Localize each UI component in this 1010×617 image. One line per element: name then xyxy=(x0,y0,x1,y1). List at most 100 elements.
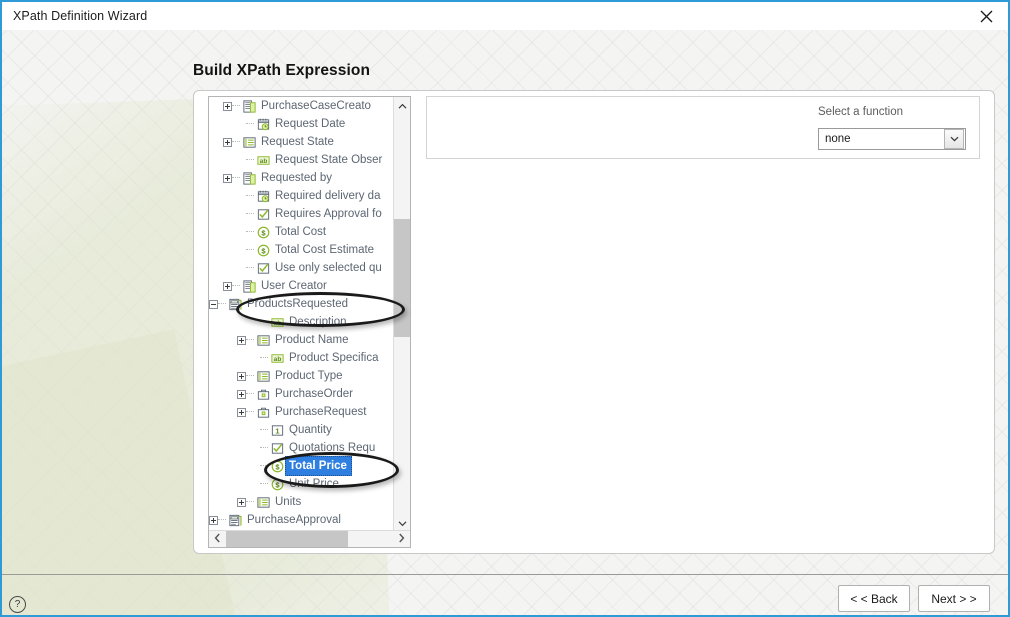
chevron-right-icon xyxy=(398,532,405,546)
next-button[interactable]: Next > > xyxy=(918,585,990,612)
tree-connector xyxy=(232,177,240,179)
tree-node[interactable]: PurchaseApproval xyxy=(209,511,395,529)
expand-icon[interactable] xyxy=(223,101,232,111)
expand-icon[interactable] xyxy=(237,497,246,507)
tree-node[interactable]: Use only selected qu xyxy=(209,259,395,277)
tree-node-label: Requires Approval fo xyxy=(275,208,382,220)
tree-node-label: Description xyxy=(289,316,347,328)
list-icon xyxy=(243,136,256,148)
tree-node[interactable]: Request Date xyxy=(209,115,395,133)
svg-text:ab: ab xyxy=(260,157,268,164)
tree-connector xyxy=(246,267,254,269)
tree-node[interactable]: $ Total Cost Estimate xyxy=(209,241,395,259)
tree-connector xyxy=(246,123,254,125)
tree-connector xyxy=(218,519,226,521)
tree-connector xyxy=(260,357,268,359)
list-icon xyxy=(257,496,270,508)
tree-node[interactable]: PurchaseRequest xyxy=(209,403,395,421)
help-button[interactable]: ? xyxy=(9,596,26,613)
expand-icon[interactable] xyxy=(223,173,232,183)
window-title: XPath Definition Wizard xyxy=(13,9,148,23)
tree-connector xyxy=(246,375,254,377)
text-icon: ab xyxy=(257,155,270,164)
tree-connector xyxy=(260,465,268,467)
tree-node[interactable]: ab Description xyxy=(209,313,395,331)
tree-connector xyxy=(246,393,254,395)
tree-node[interactable]: User Creator xyxy=(209,277,395,295)
tree-node[interactable]: Required delivery da xyxy=(209,187,395,205)
scroll-right-button[interactable] xyxy=(393,531,410,547)
tree-node-label: PurchaseRequest xyxy=(275,406,367,418)
tree-node[interactable]: PurchaseCaseCreato xyxy=(209,97,395,115)
tree-node[interactable]: PurchaseOrder xyxy=(209,385,395,403)
svg-text:ab: ab xyxy=(274,319,282,326)
tree-node-label: Unit Price xyxy=(289,478,339,490)
tree-node-label: Total Price xyxy=(285,456,352,476)
tree-node[interactable]: 1 Quantity xyxy=(209,421,395,439)
expand-icon[interactable] xyxy=(237,389,246,399)
tree-node[interactable]: Requested by xyxy=(209,169,395,187)
schema-tree-viewport[interactable]: PurchaseCaseCreato Request Date Request St… xyxy=(209,97,395,531)
tree-node-label: Total Cost xyxy=(275,226,327,238)
expand-icon[interactable] xyxy=(223,137,232,147)
tree-connector xyxy=(246,339,254,341)
date-icon xyxy=(257,190,270,202)
tree-connector xyxy=(246,231,254,233)
tree-node[interactable]: ProductsRequested xyxy=(209,295,395,313)
chevron-down-icon[interactable] xyxy=(944,129,964,149)
back-button[interactable]: < < Back xyxy=(838,585,910,612)
tree-connector xyxy=(232,105,240,107)
chevron-up-icon xyxy=(398,99,407,113)
tree-node-label: Product Specifica xyxy=(289,352,379,364)
tree-horizontal-scrollbar[interactable] xyxy=(209,530,410,547)
currency-icon: $ xyxy=(271,478,284,490)
select-function-label: Select a function xyxy=(818,106,904,118)
tree-node[interactable]: ab Product Specifica xyxy=(209,349,395,367)
title-bar: XPath Definition Wizard xyxy=(2,2,1008,30)
tree-node-label: PurchaseApproval xyxy=(247,514,341,526)
chevron-left-icon xyxy=(214,532,221,546)
tree-node-label: Request State xyxy=(261,136,334,148)
tree-node[interactable]: $ Total Cost xyxy=(209,223,395,241)
tree-node-label: User Creator xyxy=(261,280,327,292)
tree-node[interactable]: Product Type xyxy=(209,367,395,385)
schema-tree: PurchaseCaseCreato Request Date Request St… xyxy=(209,97,395,529)
tree-node[interactable]: Units xyxy=(209,493,395,511)
currency-icon: $ xyxy=(257,244,270,256)
close-icon xyxy=(980,10,993,23)
entity-icon xyxy=(243,99,256,113)
collapse-icon[interactable] xyxy=(209,299,218,309)
entity-icon xyxy=(243,279,256,293)
tree-node[interactable]: Request State xyxy=(209,133,395,151)
scroll-up-button[interactable] xyxy=(394,97,410,114)
tree-vertical-scroll-thumb[interactable] xyxy=(394,219,410,337)
tree-horizontal-scroll-thumb[interactable] xyxy=(226,531,348,547)
checkbox-icon xyxy=(257,208,270,220)
tree-node[interactable]: $ Total Price xyxy=(209,456,395,476)
scroll-left-button[interactable] xyxy=(209,531,226,547)
tree-node-label: ProductsRequested xyxy=(247,298,349,310)
tree-node[interactable]: $ Unit Price xyxy=(209,475,395,493)
tree-node-label: Product Type xyxy=(275,370,343,382)
tree-node-label: PurchaseCaseCreato xyxy=(261,100,371,112)
expand-icon[interactable] xyxy=(237,371,246,381)
schema-tree-panel: PurchaseCaseCreato Request Date Request St… xyxy=(208,96,411,548)
scroll-down-button[interactable] xyxy=(394,514,410,531)
tree-connector xyxy=(246,249,254,251)
expand-icon[interactable] xyxy=(223,281,232,291)
tree-vertical-scrollbar[interactable] xyxy=(393,97,410,531)
tree-connector xyxy=(260,321,268,323)
tree-node[interactable]: Quotations Requ xyxy=(209,439,395,457)
chevron-down-icon xyxy=(398,516,407,530)
tree-node[interactable]: ab Request State Obser xyxy=(209,151,395,169)
number-icon: 1 xyxy=(271,424,284,435)
expand-icon[interactable] xyxy=(237,335,246,345)
tree-node[interactable]: Requires Approval fo xyxy=(209,205,395,223)
page-title: Build XPath Expression xyxy=(193,62,371,79)
tree-node[interactable]: Product Name xyxy=(209,331,395,349)
function-select[interactable]: none xyxy=(818,128,966,150)
expand-icon[interactable] xyxy=(237,407,246,417)
expand-icon[interactable] xyxy=(209,515,218,525)
close-button[interactable] xyxy=(964,2,1008,30)
tree-connector xyxy=(246,159,254,161)
